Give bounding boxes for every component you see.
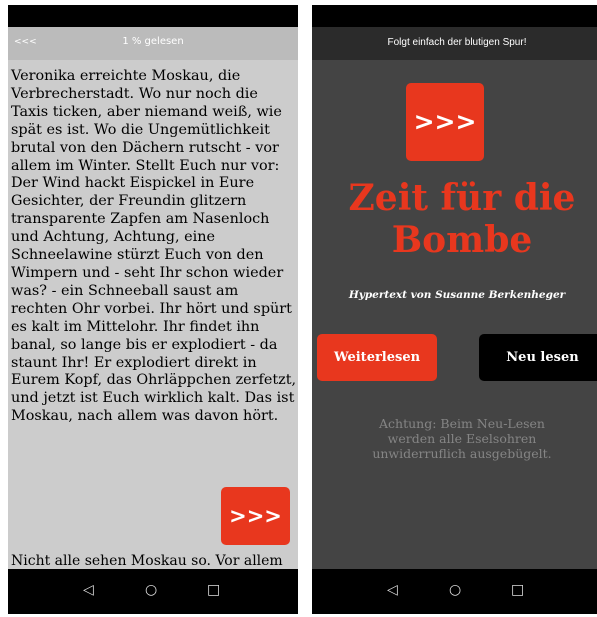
nav-recent-apps-icon[interactable]: □: [511, 581, 524, 599]
restart-reading-button[interactable]: Neu lesen: [479, 334, 597, 381]
subtitle: Hypertext von Susanne Berkenheger: [348, 289, 566, 301]
android-nav-bar: ◁ ○ □: [8, 569, 298, 614]
continue-reading-button[interactable]: Weiterlesen: [317, 334, 437, 381]
reading-progress: 1 % gelesen: [122, 36, 184, 47]
nav-home-icon[interactable]: ○: [449, 581, 461, 599]
nav-back-icon[interactable]: ◁: [387, 581, 398, 599]
header-text: Folgt einfach der blutigen Spur!: [387, 37, 527, 48]
status-bar: [8, 5, 298, 27]
nav-recent-apps-icon[interactable]: □: [207, 581, 220, 599]
next-button[interactable]: >>>: [221, 487, 290, 545]
android-nav-bar: ◁ ○ □: [312, 569, 597, 614]
reader-top-bar: <<< 1 % gelesen: [8, 27, 298, 60]
reader-screen: <<< 1 % gelesen Veronika erreichte Moska…: [8, 5, 298, 614]
story-text: Veronika erreichte Moskau, die Verbreche…: [11, 68, 297, 425]
nav-back-icon[interactable]: ◁: [83, 581, 94, 599]
start-screen: Folgt einfach der blutigen Spur! i >>> Z…: [312, 5, 597, 614]
next-passage-text: Nicht alle sehen Moskau so. Vor allem: [11, 553, 283, 568]
status-bar: [312, 5, 597, 27]
page-title: Zeit für die Bombe: [348, 177, 576, 261]
next-button[interactable]: >>>: [406, 83, 484, 161]
reset-warning-text: Achtung: Beim Neu-Lesen werden alle Esel…: [372, 416, 552, 461]
nav-home-icon[interactable]: ○: [145, 581, 157, 599]
start-top-bar: Folgt einfach der blutigen Spur! i: [312, 27, 597, 60]
